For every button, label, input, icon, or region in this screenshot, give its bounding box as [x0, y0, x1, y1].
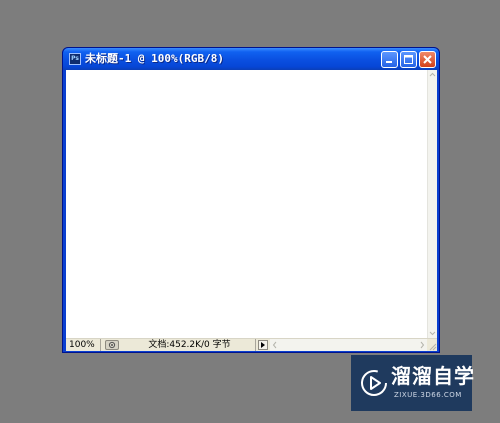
scroll-left-icon[interactable] [270, 339, 280, 351]
maximize-icon [404, 55, 413, 64]
horizontal-scrollbar[interactable] [270, 339, 427, 351]
navigator-button[interactable] [105, 340, 119, 350]
resize-grip[interactable] [427, 339, 437, 351]
close-icon [423, 55, 432, 64]
document-info: 文档:452.2K/0 字节 [124, 339, 256, 351]
title-bar[interactable]: Ps 未标题-1 @ 100%(RGB/8) [63, 48, 439, 70]
photoshop-app-icon[interactable]: Ps [69, 53, 81, 65]
watermark-url: ZIXUE.3D66.COM [394, 391, 462, 399]
maximize-button[interactable] [400, 51, 417, 68]
site-watermark: 溜溜自学 ZIXUE.3D66.COM [351, 355, 475, 411]
photoshop-workspace: Ps 未标题-1 @ 100%(RGB/8) 100% 文档:452.2K/0 … [0, 0, 500, 423]
status-menu-button[interactable] [258, 340, 268, 350]
watermark-brand: 溜溜自学 [391, 364, 475, 388]
resize-grip-icon [429, 343, 437, 351]
scroll-down-icon[interactable] [428, 328, 437, 338]
zoom-level-field[interactable]: 100% [67, 339, 101, 351]
scroll-right-icon[interactable] [417, 339, 427, 351]
vertical-scrollbar[interactable] [427, 70, 437, 338]
document-window[interactable]: Ps 未标题-1 @ 100%(RGB/8) 100% 文档:452.2K/0 … [62, 47, 440, 353]
play-logo-icon [361, 370, 387, 396]
window-title: 未标题-1 @ 100%(RGB/8) [85, 52, 224, 65]
play-arrow-icon [261, 342, 265, 348]
close-button[interactable] [419, 51, 436, 68]
navigator-icon [108, 341, 116, 349]
minimize-icon [386, 61, 392, 63]
status-bar: 100% 文档:452.2K/0 字节 [66, 338, 437, 351]
minimize-button[interactable] [381, 51, 398, 68]
document-canvas[interactable] [66, 70, 427, 338]
scroll-up-icon[interactable] [428, 70, 437, 80]
